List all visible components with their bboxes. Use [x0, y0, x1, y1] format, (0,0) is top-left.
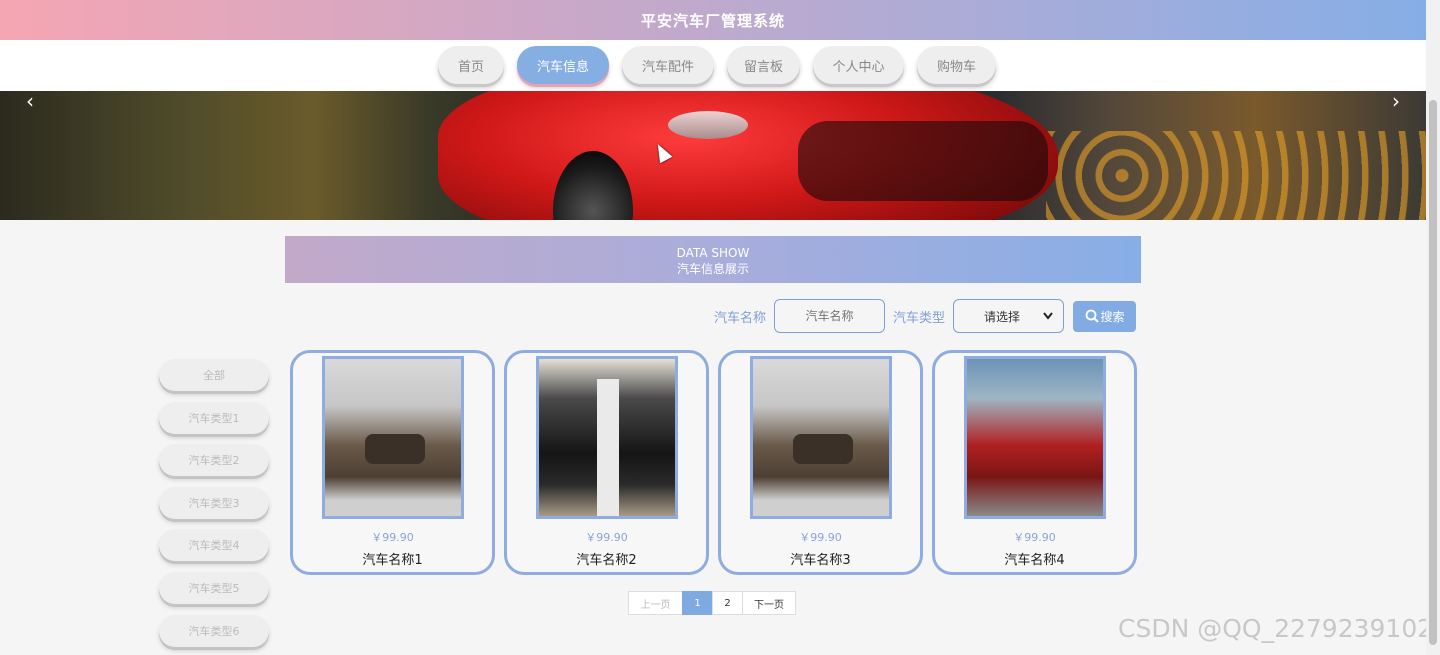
- nav-item-car-info[interactable]: 汽车信息: [517, 46, 609, 84]
- nav-item-message-board[interactable]: 留言板: [727, 46, 800, 84]
- banner-car-image: [438, 91, 1058, 220]
- product-price: ￥99.90: [371, 531, 414, 544]
- section-title-bar: DATA SHOW 汽车信息展示: [285, 236, 1141, 283]
- product-card[interactable]: ￥99.90 汽车名称2: [504, 350, 709, 575]
- car-type-selected: 请选择: [984, 309, 1021, 324]
- chevron-right-icon[interactable]: ›: [1386, 89, 1406, 113]
- car-name-label: 汽车名称: [714, 310, 767, 326]
- category-type-1[interactable]: 汽车类型1: [159, 401, 269, 434]
- product-image: [536, 356, 678, 519]
- product-grid: ￥99.90 汽车名称1 ￥99.90 汽车名称2 ￥99.90 汽车名称3 ￥…: [290, 350, 1146, 575]
- category-type-2[interactable]: 汽车类型2: [159, 444, 269, 477]
- category-type-6[interactable]: 汽车类型6: [159, 614, 269, 647]
- nav-item-home[interactable]: 首页: [438, 46, 504, 84]
- product-card[interactable]: ￥99.90 汽车名称1: [290, 350, 495, 575]
- car-name-input[interactable]: [774, 299, 886, 333]
- car-stripe: [597, 379, 619, 516]
- product-price: ￥99.90: [1013, 531, 1056, 544]
- car-shadow: [798, 121, 1048, 201]
- nav-item-profile[interactable]: 个人中心: [813, 46, 904, 84]
- product-name: 汽车名称3: [790, 553, 851, 568]
- category-type-4[interactable]: 汽车类型4: [159, 529, 269, 562]
- page-button-1[interactable]: 1: [682, 591, 713, 615]
- category-all[interactable]: 全部: [159, 359, 269, 391]
- category-type-5[interactable]: 汽车类型5: [159, 571, 269, 604]
- car-wheel: [553, 151, 633, 220]
- product-name: 汽车名称1: [362, 553, 423, 568]
- chevron-down-icon: [1043, 312, 1053, 320]
- nav-item-car-parts[interactable]: 汽车配件: [622, 46, 714, 84]
- header-bar: 平安汽车厂管理系统: [0, 0, 1426, 40]
- next-page-button[interactable]: 下一页: [742, 591, 796, 615]
- watermark: CSDN @QQ_2279239102: [1118, 614, 1434, 643]
- car-grill: [793, 434, 853, 464]
- page-scrollbar[interactable]: [1426, 0, 1440, 655]
- site-title: 平安汽车厂管理系统: [640, 11, 785, 30]
- product-image: [750, 356, 892, 519]
- search-icon: [1085, 309, 1099, 323]
- car-type-label: 汽车类型: [893, 310, 946, 326]
- category-sidebar: 全部 汽车类型1 汽车类型2 汽车类型3 汽车类型4 汽车类型5 汽车类型6: [159, 359, 269, 655]
- car-headlamp: [668, 111, 748, 139]
- chevron-left-icon[interactable]: ‹: [20, 89, 40, 113]
- pagination: 上一页 1 2 下一页: [628, 591, 796, 615]
- hero-carousel[interactable]: [0, 91, 1426, 220]
- product-image: [964, 356, 1106, 519]
- prev-page-button[interactable]: 上一页: [628, 591, 683, 615]
- nav-bar: 首页 汽车信息 汽车配件 留言板 个人中心 购物车: [0, 40, 1426, 91]
- search-button-label: 搜索: [1100, 309, 1125, 324]
- search-button[interactable]: 搜索: [1073, 300, 1137, 332]
- product-name: 汽车名称2: [576, 553, 637, 568]
- product-price: ￥99.90: [799, 531, 842, 544]
- product-image: [322, 356, 464, 519]
- product-price: ￥99.90: [585, 531, 628, 544]
- category-type-3[interactable]: 汽车类型3: [159, 486, 269, 519]
- nav-item-cart[interactable]: 购物车: [917, 46, 996, 84]
- car-grill: [365, 434, 425, 464]
- search-bar: 汽车名称 汽车类型 请选择 搜索: [714, 299, 1137, 333]
- page-button-2[interactable]: 2: [712, 591, 743, 615]
- car-type-select[interactable]: 请选择: [953, 299, 1065, 333]
- banner-leaves: [1046, 131, 1426, 220]
- product-card[interactable]: ￥99.90 汽车名称3: [718, 350, 923, 575]
- product-name: 汽车名称4: [1004, 553, 1065, 568]
- scrollbar-thumb[interactable]: [1429, 100, 1437, 645]
- section-title-cn: 汽车信息展示: [676, 262, 749, 276]
- section-title-en: DATA SHOW: [676, 246, 750, 260]
- product-card[interactable]: ￥99.90 汽车名称4: [932, 350, 1137, 575]
- main-nav: 首页 汽车信息 汽车配件 留言板 个人中心 购物车: [438, 46, 1009, 84]
